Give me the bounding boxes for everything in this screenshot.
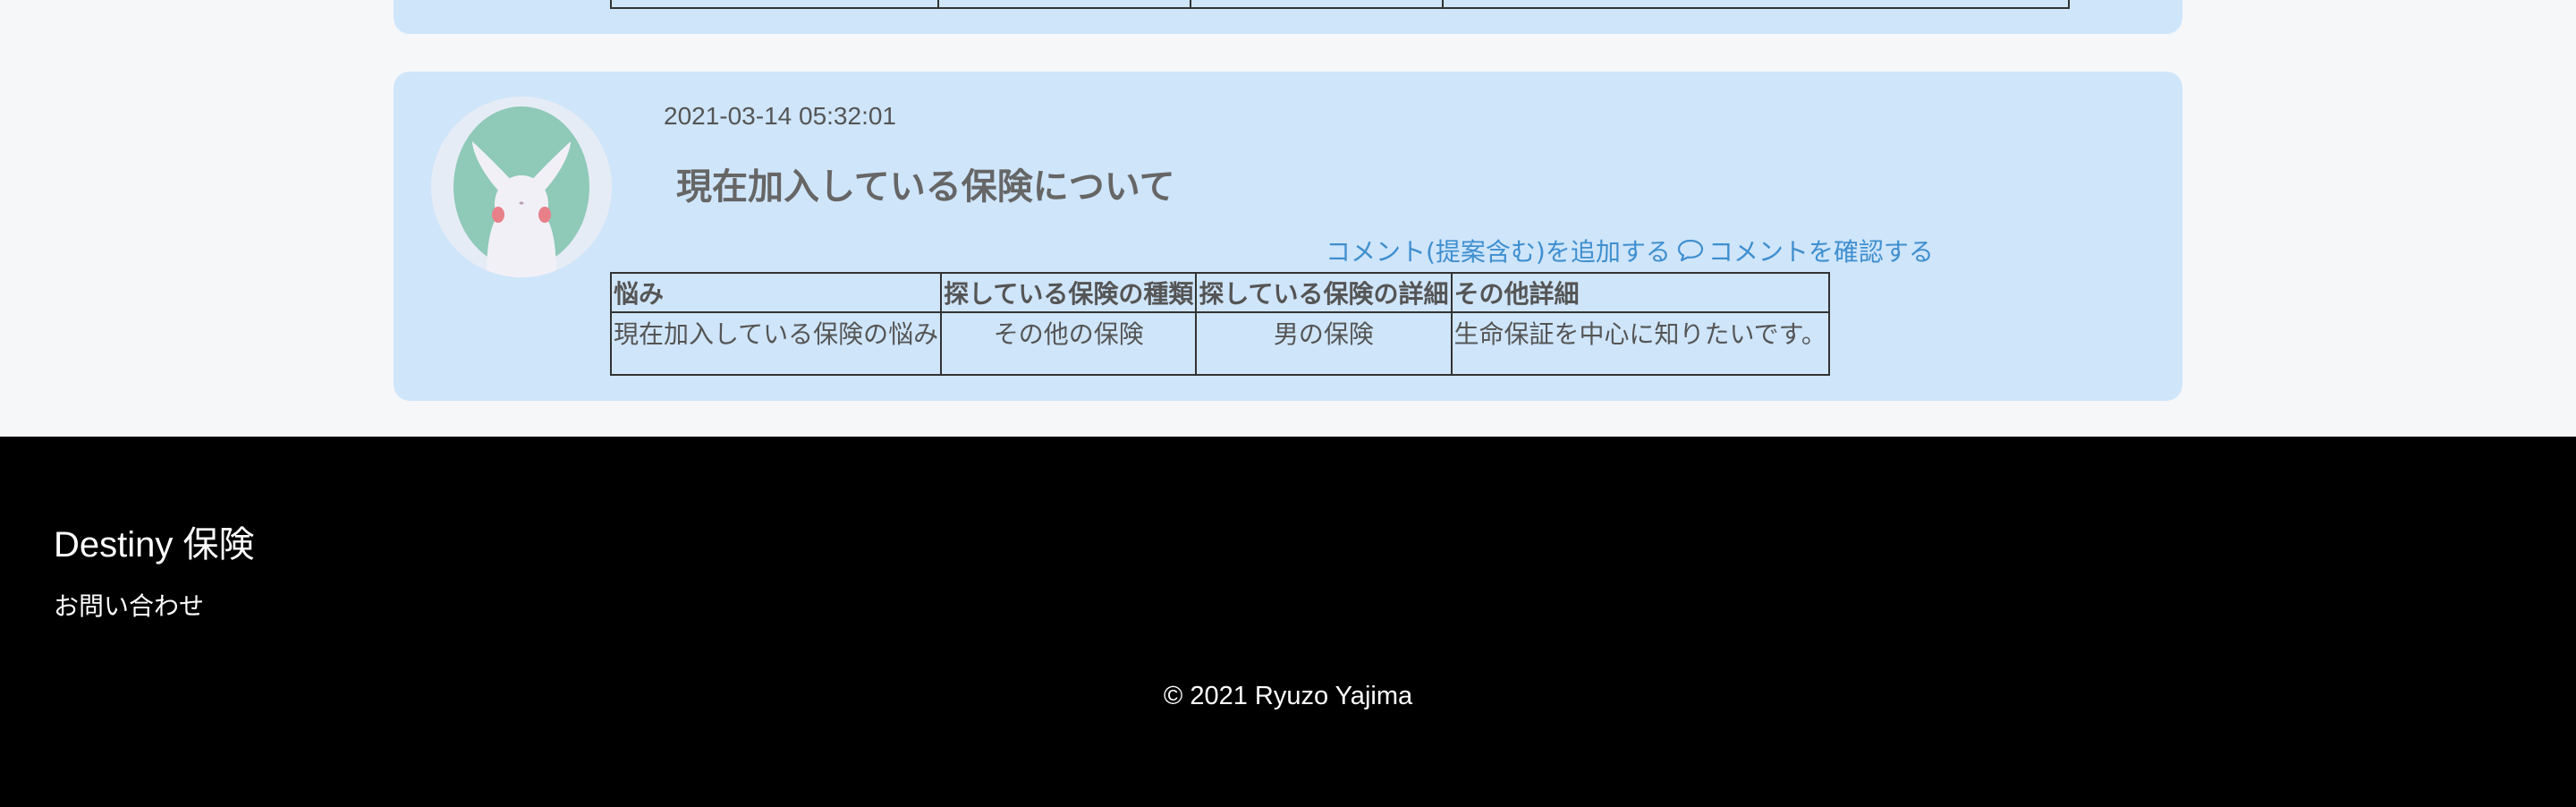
footer: Destiny 保険 お問い合わせ © 2021 Ryuzo Yajima bbox=[0, 437, 2576, 807]
view-comments-link[interactable]: コメントを確認する bbox=[1708, 233, 1934, 268]
table-header-cell: 悩み bbox=[609, 272, 943, 313]
post-date: 2021-03-14 05:32:01 bbox=[664, 102, 896, 130]
post-details-table: 悩み 探している保険の種類 探している保険の詳細 その他詳細 現在加入している保… bbox=[609, 272, 1830, 376]
comment-icon[interactable] bbox=[1676, 238, 1705, 263]
copyright-text: © 2021 Ryuzo Yajima bbox=[1163, 682, 1413, 710]
previous-post-table bbox=[610, 0, 2070, 9]
table-cell: 男の保険 bbox=[1195, 311, 1453, 376]
rabbit-avatar-icon bbox=[431, 97, 612, 277]
footer-brand[interactable]: Destiny 保険 bbox=[54, 515, 255, 567]
add-comment-link[interactable]: コメント(提案含む)を追加する bbox=[1326, 233, 1671, 268]
page: 2021-03-14 05:32:01 現在加入している保険について コメント(… bbox=[0, 0, 2576, 807]
table-row: 現在加入している保険の悩み その他の保険 男の保険 生命保証を中心に知りたいです… bbox=[609, 311, 1830, 376]
table-cell: 現在加入している保険の悩み bbox=[609, 311, 943, 376]
table-header-cell: その他詳細 bbox=[1450, 272, 1830, 313]
post-card: 2021-03-14 05:32:01 現在加入している保険について コメント(… bbox=[394, 72, 2182, 401]
table-cell: 生命保証を中心に知りたいです。 bbox=[1450, 311, 1830, 376]
table-header-cell: 探している保険の詳細 bbox=[1195, 272, 1453, 313]
table-cell: その他の保険 bbox=[940, 311, 1198, 376]
post-title: 現在加入している保険について bbox=[676, 166, 1175, 208]
post-actions: コメント(提案含む)を追加する コメントを確認する bbox=[1326, 233, 1934, 268]
table-header-cell: 探している保険の種類 bbox=[940, 272, 1198, 313]
table-header-row: 悩み 探している保険の種類 探している保険の詳細 その他詳細 bbox=[609, 272, 1830, 313]
contact-link[interactable]: お問い合わせ bbox=[54, 587, 204, 623]
